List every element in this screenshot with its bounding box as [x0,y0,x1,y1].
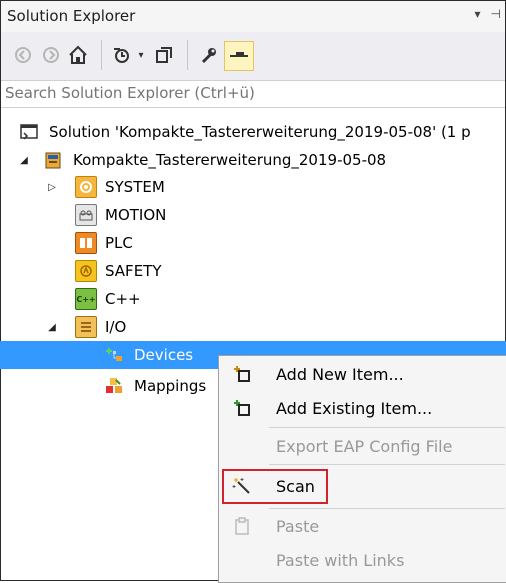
safety-icon [75,260,97,282]
menu-label: Export EAP Config File [276,436,453,456]
context-menu: Add New Item... Add Existing Item... Exp… [218,355,506,583]
search-input[interactable] [5,83,485,103]
panel-titlebar: Solution Explorer ▾ ⊣ [1,1,505,32]
back-icon[interactable] [10,41,36,69]
node-label: I/O [105,318,127,336]
dropdown-icon[interactable]: ▾ [133,41,149,69]
home-icon[interactable] [65,41,91,69]
menu-item-paste-with-links[interactable]: Paste with Links [219,544,506,576]
tree-node-cpp[interactable]: C++ C++ [59,285,141,313]
node-label: C++ [105,290,141,308]
expand-arrow-icon[interactable]: ▷ [45,182,59,193]
cpp-icon: C++ [75,288,97,310]
collapse-arrow-icon[interactable]: ◢ [17,155,31,166]
switch-views-icon[interactable] [151,41,177,69]
toolbar: ▾ [1,32,505,81]
menu-label: Add Existing Item... [276,398,433,418]
add-existing-item-icon [231,397,253,419]
tree-node-plc[interactable]: PLC [59,229,133,257]
devices-icon [104,345,124,365]
scan-highlight-box [222,469,328,504]
collapse-arrow-icon[interactable]: ◢ [45,322,59,333]
io-icon [75,316,97,338]
solution-icon [19,122,39,142]
menu-label: Paste [276,516,320,536]
menu-separator [269,508,505,509]
paste-icon [231,515,253,537]
menu-label: Add New Item... [276,364,404,384]
search-box[interactable] [1,81,505,108]
toolbar-separator [101,40,102,70]
toolbar-separator [187,40,188,70]
properties-icon[interactable] [196,41,222,69]
tree-node-safety[interactable]: SAFETY [59,257,162,285]
menu-separator [269,464,505,465]
menu-item-paste[interactable]: Paste [219,510,506,542]
menu-separator [269,427,505,428]
dropdown-arrow-icon[interactable]: ▾ [475,7,481,21]
solution-label: Solution 'Kompakte_Tastererweiterung_201… [49,123,471,141]
plc-icon [75,232,97,254]
mappings-icon [104,376,124,396]
menu-item-add-new-item[interactable]: Add New Item... [219,358,506,390]
tree-node-system[interactable]: ▷ SYSTEM [45,173,165,201]
node-label: SAFETY [105,262,162,280]
tree-solution-node[interactable]: Solution 'Kompakte_Tastererweiterung_201… [19,118,471,146]
preview-toggle-icon[interactable] [224,41,254,71]
panel-title: Solution Explorer [7,7,136,25]
add-new-item-icon [231,363,253,385]
project-icon [43,150,63,170]
node-label: SYSTEM [105,178,165,196]
menu-item-export-eap-config-file[interactable]: Export EAP Config File [219,430,506,462]
node-label: Devices [134,346,194,364]
system-icon [75,176,97,198]
menu-item-add-existing-item[interactable]: Add Existing Item... [219,392,506,424]
panel-controls: ▾ ⊣ [475,7,501,21]
node-label: PLC [105,234,133,252]
tree-project-node[interactable]: ◢ Kompakte_Tastererweiterung_2019-05-08 [17,146,386,174]
node-label: Mappings [134,377,207,395]
forward-icon[interactable] [38,41,64,69]
history-icon[interactable] [109,41,135,69]
project-label: Kompakte_Tastererweiterung_2019-05-08 [73,151,387,169]
tree-node-io[interactable]: ◢ I/O [45,313,126,341]
tree-node-mappings[interactable]: Mappings [0,372,206,400]
tree-node-motion[interactable]: MOTION [59,201,166,229]
menu-label: Paste with Links [276,550,405,570]
pin-icon[interactable]: ⊣ [491,7,501,21]
node-label: MOTION [105,206,167,224]
motion-icon [75,204,97,226]
